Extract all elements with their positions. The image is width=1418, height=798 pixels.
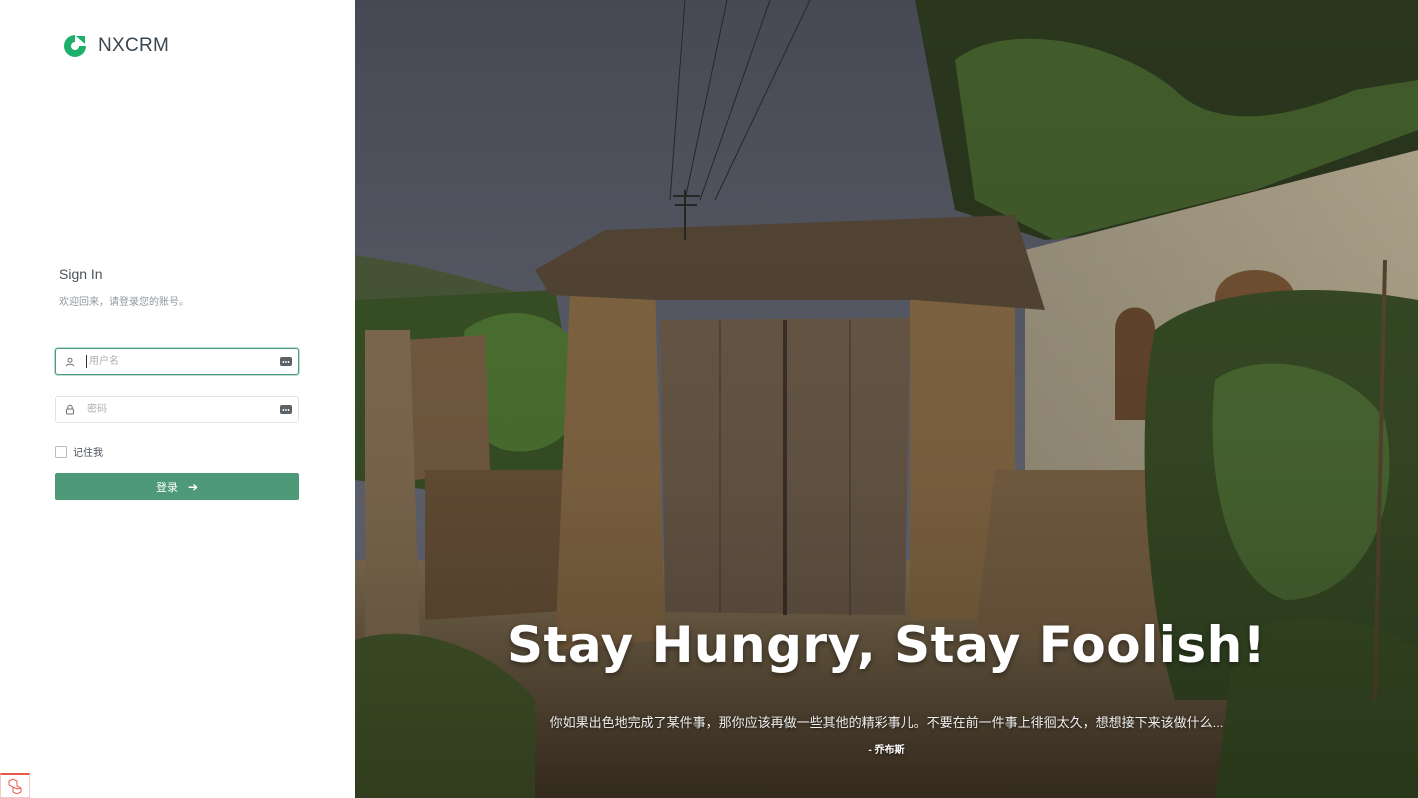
hero-headline: Stay Hungry, Stay Foolish!	[506, 616, 1267, 674]
login-button-label: 登录	[155, 481, 178, 494]
brand: NXCRM	[62, 33, 169, 59]
keypad-icon[interactable]	[280, 357, 292, 366]
hero-background: Stay Hungry, Stay Foolish! 你如果出色地完成了某件事，…	[355, 0, 1418, 798]
signin-title: Sign In	[59, 266, 103, 282]
login-button[interactable]: 登录 ➔	[55, 473, 299, 500]
password-field[interactable]	[55, 396, 299, 423]
hero-quote: 你如果出色地完成了某件事，那你应该再做一些其他的精彩事儿。不要在前一件事上徘徊太…	[549, 715, 1224, 730]
username-field[interactable]	[55, 348, 299, 375]
arrow-right-icon: ➔	[187, 479, 199, 494]
login-panel: NXCRM Sign In 欢迎回来，请登录您的账号。 记住我 登录 ➔	[0, 0, 355, 798]
remember-checkbox[interactable]	[55, 445, 67, 458]
user-icon	[64, 356, 76, 368]
text-caret	[86, 355, 87, 368]
signin-subtitle: 欢迎回来，请登录您的账号。	[59, 297, 189, 308]
brand-name: NXCRM	[98, 35, 170, 56]
remember-label: 记住我	[73, 448, 103, 459]
keypad-icon[interactable]	[280, 405, 292, 414]
nxcrm-logo-icon	[64, 35, 86, 57]
username-input[interactable]	[89, 349, 280, 374]
hero-author: - 乔布斯	[868, 745, 905, 756]
laravel-icon[interactable]	[0, 773, 30, 798]
lock-icon	[64, 404, 76, 416]
remember-me[interactable]: 记住我	[55, 444, 103, 459]
password-input[interactable]	[87, 397, 280, 422]
hero-overlay	[355, 0, 1418, 798]
